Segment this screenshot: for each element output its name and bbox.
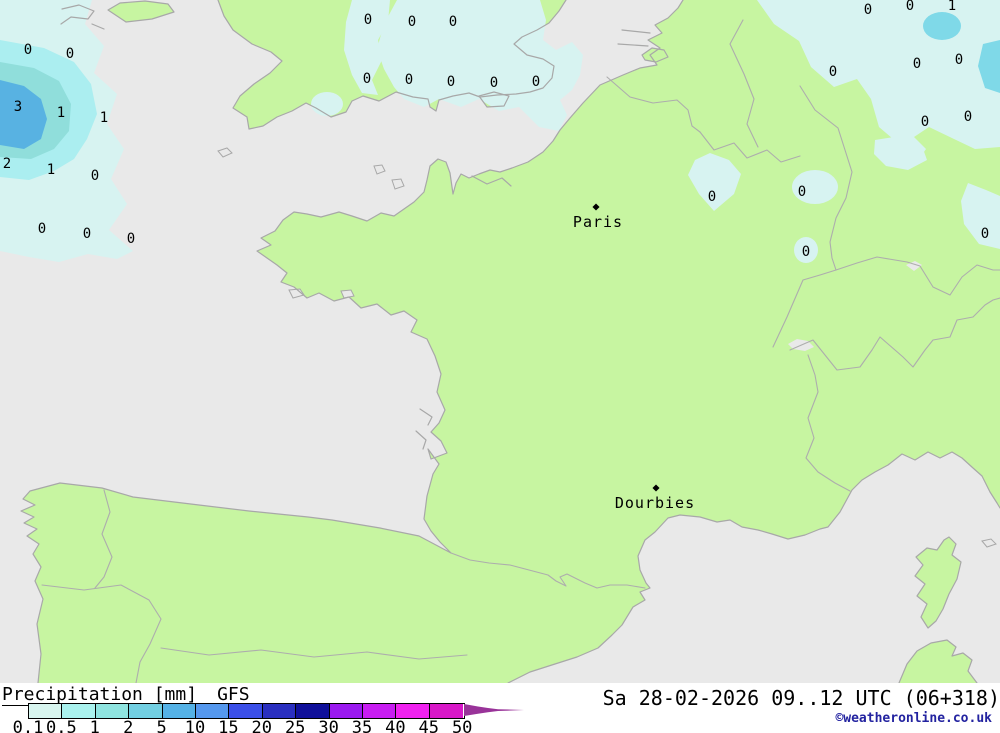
colorbar-tick: 20 [251, 718, 273, 733]
colorbar-tick: 2 [123, 718, 134, 733]
colorbar-segment [296, 704, 330, 718]
colorbar-segment [62, 704, 96, 718]
colorbar-tick: 0.5 [46, 718, 77, 733]
colorbar-segment [129, 704, 163, 718]
colorbar-tick: 35 [351, 718, 373, 733]
colorbar-segment [162, 704, 196, 718]
colorbar-tick: 10 [184, 718, 206, 733]
colorbar-segment [329, 704, 363, 718]
colorbar-segment [429, 704, 464, 718]
colorbar-tick: 25 [284, 718, 306, 733]
colorbar-segment [29, 704, 63, 718]
colorbar-tick: 30 [318, 718, 339, 733]
colorbar-segment [362, 704, 397, 718]
colorbar-tick: 45 [418, 718, 440, 733]
precip-lorraine-patch [792, 170, 838, 204]
map-canvas [0, 0, 1000, 683]
precip-devon-patch [311, 92, 343, 116]
precip-vosges-patch [794, 237, 818, 263]
colorbar-segment [396, 704, 430, 718]
colorbar-tick: 50 [451, 718, 473, 733]
colorbar-tick: 5 [156, 718, 167, 733]
colorbar-overflow-arrow [464, 704, 524, 716]
legend-title-model: GFS [217, 684, 250, 705]
colorbar-tick: 40 [385, 718, 406, 733]
colorbar-tick: 0.1 [12, 718, 44, 733]
colorbar-segment [229, 704, 263, 718]
precipitation-map: 0 0 3 1 1 2 1 0 0 0 0 0 0 0 0 0 0 0 0 0 0 1 0 0 0 0 0 0 0 0 0 Paris Dour… [0, 0, 1000, 683]
copyright-notice: ©weatheronline.co.uk [835, 711, 992, 726]
colorbar-segment [195, 704, 230, 718]
precipitation-colorbar [28, 703, 465, 719]
legend-footer: Precipitation [mm] GFS 0.1 0.5 1 2 5 10 15 20 25 3… [0, 683, 1000, 733]
legend-title: Precipitation [mm] GFS [2, 684, 250, 706]
weather-map-screenshot: 0 0 3 1 1 2 1 0 0 0 0 0 0 0 0 0 0 0 0 0 0 1 0 0 0 0 0 0 0 0 0 Paris Dour… [0, 0, 1000, 733]
forecast-datetime: Sa 28-02-2026 09..12 UTC (06+318) [602, 686, 1000, 710]
colorbar-segment [95, 704, 130, 718]
colorbar-tick: 15 [218, 718, 239, 733]
precip-dark-patch-1 [923, 12, 961, 40]
colorbar-tick: 1 [89, 718, 100, 733]
colorbar-segment [262, 704, 297, 718]
